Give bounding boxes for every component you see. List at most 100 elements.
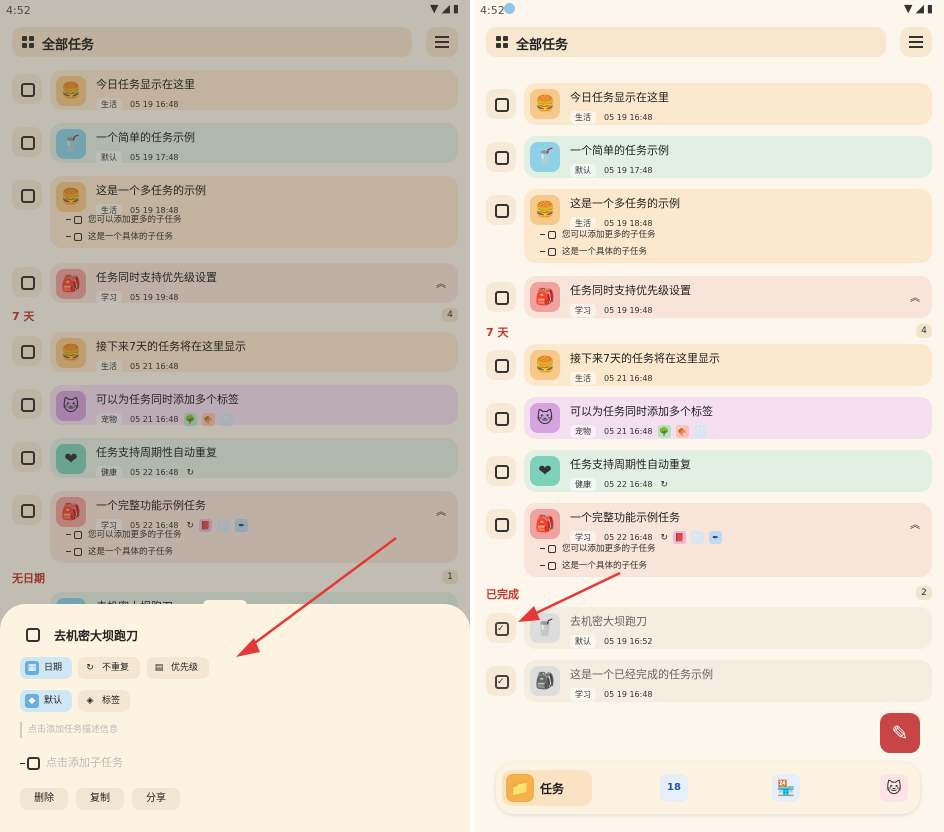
task-checkbox[interactable] — [486, 350, 516, 380]
task-checkbox-done[interactable]: ✓ — [486, 666, 516, 696]
task-date: 05 21 16:48 — [604, 427, 653, 436]
task-card[interactable]: 🎒 一个完整功能示例任务 学习 05 22 16:48 ↻ 📕 🦷 ✒ 您可以添加更多的子… — [50, 491, 458, 563]
task-card[interactable]: 🥤 一个简单的任务示例 默认 05 19 17:48 — [524, 136, 932, 178]
priority-chip[interactable]: ▤ 优先级 — [147, 657, 209, 679]
task-date: 05 19 16:52 — [604, 637, 653, 646]
subtask-item[interactable]: 您可以添加更多的子任务 — [540, 542, 656, 554]
list-chip[interactable]: ◆ 默认 — [20, 690, 72, 712]
task-checkbox[interactable] — [486, 456, 516, 486]
task-card[interactable]: 🍔 今日任务显示在这里 生活 05 19 16:48 — [50, 70, 458, 111]
task-card[interactable]: 🎒 任务同时支持优先级设置 学习 05 19 19:48 ︽ — [50, 263, 458, 304]
backpack-icon: 🎒 — [530, 666, 560, 696]
nav-calendar[interactable]: 18 — [656, 770, 692, 806]
backpack-icon: 🎒 — [56, 497, 86, 527]
task-card[interactable]: 🐱 可以为任务同时添加多个标签 宠物 05 21 16:48 🌳 🍖 🦷 — [50, 385, 458, 426]
task-checkbox[interactable] — [12, 442, 42, 472]
task-card[interactable]: 🍔 今日任务显示在这里 生活 05 19 16:48 — [524, 83, 932, 125]
task-checkbox[interactable] — [486, 403, 516, 433]
task-row: 🍔 这是一个多任务的示例 生活 05 19 18:48 您可以添加更多的子任务 这… — [474, 189, 944, 263]
task-row: 🐱 可以为任务同时添加多个标签 宠物 05 21 16:48 🌳 🍖 🦷 — [0, 385, 470, 426]
task-title: 一个简单的任务示例 — [96, 131, 195, 144]
add-task-fab[interactable]: ✎ — [880, 713, 920, 753]
priority-high-icon: ︽ — [910, 293, 920, 304]
subtask-item[interactable]: 这是一个具体的子任务 — [66, 230, 173, 242]
task-checkbox[interactable] — [486, 509, 516, 539]
task-checkbox[interactable] — [486, 195, 516, 225]
menu-button[interactable] — [900, 27, 932, 57]
nav-tasks[interactable]: 📁 任务 — [502, 770, 592, 806]
task-checkbox[interactable] — [12, 127, 42, 157]
task-checkbox[interactable] — [12, 74, 42, 104]
folder-icon: 📁 — [506, 774, 534, 802]
task-card[interactable]: 🍔 接下来7天的任务将在这里显示 生活 05 21 16:48 — [524, 344, 932, 386]
task-row: 🍔 这是一个多任务的示例 生活 05 19 18:48 您可以添加更多的子任务 这… — [0, 176, 470, 248]
task-checkbox[interactable] — [12, 336, 42, 366]
date-chip[interactable]: ▦ 日期 — [20, 657, 72, 679]
menu-button[interactable] — [426, 27, 458, 57]
task-row: 🎒 任务同时支持优先级设置 学习 05 19 19:48 ︽ — [0, 263, 470, 304]
burger-icon: 🍔 — [56, 338, 86, 368]
task-checkbox[interactable] — [12, 267, 42, 297]
sheet-handle[interactable] — [203, 600, 247, 610]
subtask-item[interactable]: 您可以添加更多的子任务 — [66, 213, 182, 225]
task-checkbox[interactable] — [26, 628, 40, 642]
task-checkbox[interactable] — [486, 142, 516, 172]
task-card[interactable]: 🎒 任务同时支持优先级设置 学习 05 19 19:48 ︽ — [524, 276, 932, 318]
task-title: 任务同时支持优先级设置 — [570, 284, 691, 297]
add-subtask-input[interactable]: 点击添加子任务 — [20, 754, 123, 770]
burger-icon: 🍔 — [56, 76, 86, 106]
copy-button[interactable]: 复制 — [76, 788, 124, 810]
subtask-item[interactable]: 这是一个具体的子任务 — [540, 245, 647, 257]
task-title-input[interactable]: 去机密大坝跑刀 — [54, 627, 138, 644]
tags-chip[interactable]: ◈ 标签 — [78, 690, 130, 712]
task-checkbox-done[interactable]: ✓ — [486, 613, 516, 643]
task-card[interactable]: 🍔 这是一个多任务的示例 生活 05 19 18:48 您可以添加更多的子任务 这… — [50, 176, 458, 248]
burger-icon: 🍔 — [56, 182, 86, 212]
task-checkbox[interactable] — [12, 495, 42, 525]
task-title: 接下来7天的任务将在这里显示 — [570, 352, 720, 365]
task-card[interactable]: ❤ 任务支持周期性自动重复 健康 05 22 16:48 ↻ — [50, 438, 458, 479]
nav-profile[interactable]: 🐱 — [876, 770, 912, 806]
task-tag: 生活 — [96, 98, 122, 111]
task-checkbox[interactable] — [486, 89, 516, 119]
status-time: 4:52 — [480, 4, 505, 17]
status-bar: 4:52 ▼◢▮ — [0, 0, 470, 20]
delete-button[interactable]: 删除 — [20, 788, 68, 810]
nav-store[interactable]: 🏪 — [768, 770, 804, 806]
priority-high-icon: ︽ — [436, 507, 446, 518]
task-tag: 健康 — [570, 478, 596, 491]
task-date: 05 21 16:48 — [130, 362, 179, 371]
share-button[interactable]: 分享 — [132, 788, 180, 810]
cup-icon: 🥤 — [530, 142, 560, 172]
repeat-chip[interactable]: ↻ 不重复 — [78, 657, 140, 679]
subtask-item[interactable]: 您可以添加更多的子任务 — [66, 528, 182, 540]
task-tag: 宠物 — [570, 425, 596, 438]
page-title: 全部任务 — [42, 38, 95, 53]
task-card[interactable]: 🥤 去机密大坝跑刀 默认 05 19 16:52 — [524, 607, 932, 649]
task-card[interactable]: 🍔 接下来7天的任务将在这里显示 生活 05 21 16:48 — [50, 332, 458, 373]
list-selector[interactable]: 全部任务 — [12, 27, 412, 57]
task-title: 接下来7天的任务将在这里显示 — [96, 340, 246, 353]
meat-tag-icon: 🍖 — [675, 425, 689, 438]
task-card[interactable]: 🐱 可以为任务同时添加多个标签 宠物 05 21 16:48 🌳 🍖 🦷 — [524, 397, 932, 439]
task-card[interactable]: 🍔 这是一个多任务的示例 生活 05 19 18:48 您可以添加更多的子任务 这… — [524, 189, 932, 263]
section-header-done: 已完成 2 — [486, 586, 932, 602]
task-tag: 宠物 — [96, 413, 122, 426]
task-title: 任务同时支持优先级设置 — [96, 271, 217, 284]
task-card[interactable]: 🎒 这是一个已经完成的任务示例 学习 05 19 16:48 — [524, 660, 932, 702]
right-screen: 4:52 ▼◢▮ 全部任务 🍔 今日任务显示在这里 生活 05 19 16:48 … — [474, 0, 944, 832]
task-card[interactable]: 🎒 一个完整功能示例任务 学习 05 22 16:48 ↻ 📕 🦷 ✒ 您可以添加更多的子… — [524, 503, 932, 577]
task-checkbox[interactable] — [486, 282, 516, 312]
task-checkbox[interactable] — [12, 180, 42, 210]
task-card[interactable]: ❤ 任务支持周期性自动重复 健康 05 22 16:48 ↻ — [524, 450, 932, 492]
description-input[interactable]: 点击添加任务描述信息 — [20, 722, 118, 738]
subtask-item[interactable]: 您可以添加更多的子任务 — [540, 228, 656, 240]
subtask-item[interactable]: 这是一个具体的子任务 — [540, 559, 647, 571]
task-checkbox[interactable] — [12, 389, 42, 419]
task-title: 今日任务显示在这里 — [96, 78, 195, 91]
task-card[interactable]: 🥤 一个简单的任务示例 默认 05 19 17:48 — [50, 123, 458, 164]
list-selector[interactable]: 全部任务 — [486, 27, 886, 57]
section-count: 4 — [916, 324, 932, 338]
cup-icon: 🥤 — [530, 613, 560, 643]
subtask-item[interactable]: 这是一个具体的子任务 — [66, 545, 173, 557]
